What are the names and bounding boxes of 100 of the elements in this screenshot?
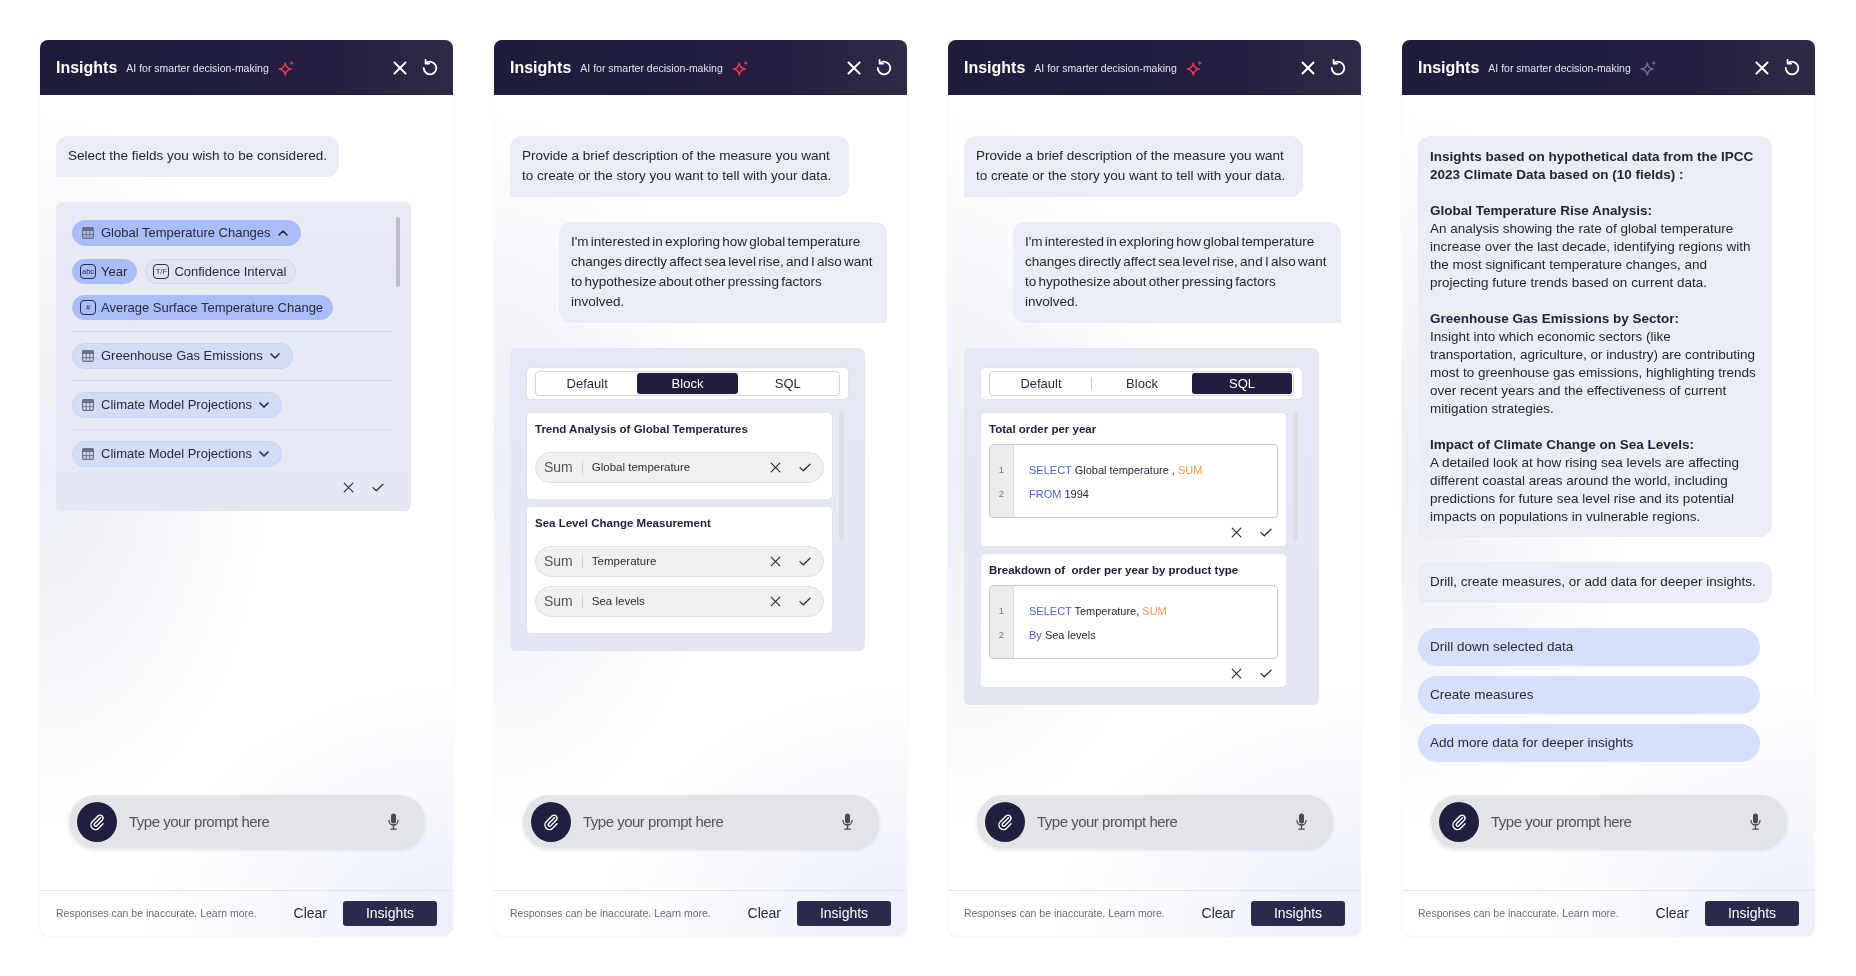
close-icon[interactable] <box>770 556 781 567</box>
field-name: Global temperature <box>591 459 691 475</box>
check-icon[interactable] <box>799 463 811 472</box>
check-icon[interactable] <box>799 597 811 606</box>
attach-button[interactable] <box>985 801 1025 842</box>
microphone-icon[interactable] <box>1296 813 1307 830</box>
prompt-input[interactable]: Type your prompt here <box>583 809 830 834</box>
insights-button[interactable]: Insights <box>343 901 437 926</box>
attach-button[interactable] <box>77 801 117 842</box>
assistant-message: Provide a brief description of the measure you want to create or the story you want to tell with your data. <box>964 136 1303 197</box>
measure-title: Total order per year <box>989 422 1098 436</box>
table-icon <box>82 399 94 411</box>
microphone-icon[interactable] <box>388 813 399 830</box>
code-editor[interactable]: 1 2 SELECT Global temperature , SUM FROM 1994 <box>989 444 1278 518</box>
report-intro: Insights based on hypothetical data from the IPCC 2023 Climate Data based on (10 fields) : <box>1430 148 1755 184</box>
clear-button[interactable]: Clear <box>747 903 781 924</box>
mode-tab[interactable]: Default <box>537 373 638 394</box>
aggregation-label: Sum <box>544 592 573 611</box>
header-subtitle: AI for smarter decision-making <box>1488 60 1631 75</box>
paperclip-icon <box>88 812 106 831</box>
check-icon[interactable] <box>1260 528 1272 537</box>
close-icon[interactable] <box>1231 668 1242 679</box>
table-icon <box>82 448 94 460</box>
code-line: SELECT Temperature, SUM <box>1029 604 1167 619</box>
aggregation-label: Sum <box>544 458 573 477</box>
chevron-down-icon[interactable] <box>259 451 269 457</box>
prompt-bar[interactable]: Type your prompt here <box>1431 795 1787 848</box>
field-name: Temperature <box>591 553 657 569</box>
section-text: An analysis showing the rate of global temperature increase over the last decade, identifying regions with the most significant temperature changes, and projecting future trends based on current data. <box>1430 220 1752 292</box>
table-icon <box>82 227 94 239</box>
chevron-down-icon[interactable] <box>269 353 280 359</box>
close-icon[interactable] <box>770 462 781 473</box>
header-title: Insights <box>56 57 118 78</box>
chevron-up-icon[interactable] <box>277 230 288 236</box>
mode-tab[interactable]: Block <box>1092 373 1192 394</box>
field-group-chip[interactable]: Greenhouse Gas Emissions <box>72 343 293 369</box>
prompt-input[interactable]: Type your prompt here <box>1037 809 1284 834</box>
prompt-bar[interactable]: Type your prompt here <box>69 795 425 848</box>
suggestion-button[interactable]: Add more data for deeper insights <box>1418 724 1760 762</box>
refresh-icon[interactable] <box>421 58 439 77</box>
section-heading: Greenhouse Gas Emissions by Sector: <box>1430 310 1681 328</box>
code-line: By Sea levels <box>1029 628 1097 643</box>
field-group-chip[interactable]: Climate Model Projections <box>72 392 282 418</box>
code-editor[interactable]: 1 2 SELECT Temperature, SUM By Sea levels <box>989 585 1278 659</box>
insights-button[interactable]: Insights <box>1251 901 1345 926</box>
refresh-icon[interactable] <box>875 58 893 77</box>
mode-tab[interactable]: Block <box>637 373 738 394</box>
scrollbar-thumb[interactable] <box>396 217 400 287</box>
header-title: Insights <box>1418 57 1480 78</box>
close-icon[interactable] <box>343 482 354 493</box>
header-subtitle: AI for smarter decision-making <box>126 60 269 75</box>
clear-button[interactable]: Clear <box>293 903 327 924</box>
mode-tab[interactable]: Default <box>991 373 1091 394</box>
table-icon <box>82 350 94 362</box>
section-heading: Global Temperature Rise Analysis: <box>1430 202 1654 220</box>
field-group-chip[interactable]: Global Temperature Changes <box>72 220 301 246</box>
chevron-down-icon[interactable] <box>259 402 269 408</box>
suggestion-button[interactable]: Create measures <box>1418 676 1760 714</box>
refresh-icon[interactable] <box>1329 58 1347 77</box>
close-icon[interactable] <box>770 596 781 607</box>
prompt-input[interactable]: Type your prompt here <box>129 809 376 834</box>
close-icon[interactable] <box>1231 527 1242 538</box>
check-icon[interactable] <box>799 557 811 566</box>
line-number: 2 <box>997 628 1006 642</box>
insights-button[interactable]: Insights <box>797 901 891 926</box>
line-number: 1 <box>997 463 1006 477</box>
section-text: Insight into which economic sectors (like transportation, agriculture, or industry) are contributing most to greenhouse gas emissions, highlighting trends over recent years and the effectiveness of current mitigation strategies. <box>1430 328 1757 418</box>
attach-button[interactable] <box>531 801 571 842</box>
assistant-message: Select the fields you wish to be considered. <box>56 136 339 177</box>
microphone-icon[interactable] <box>842 813 853 830</box>
prompt-input[interactable]: Type your prompt here <box>1491 809 1738 834</box>
paperclip-icon <box>542 812 560 831</box>
disclaimer-text: Responses can be inaccurate. Learn more. <box>56 905 257 921</box>
check-icon[interactable] <box>1260 669 1272 678</box>
insights-button[interactable]: Insights <box>1705 901 1799 926</box>
paperclip-icon <box>996 812 1014 831</box>
user-message: I'm interested in exploring how global temperature changes directly affect sea level rise, and I also want to hypothesize about other pressing factors involved. <box>1013 222 1341 323</box>
header-title: Insights <box>964 57 1026 78</box>
code-line: FROM 1994 <box>1029 487 1090 502</box>
code-line: SELECT Global temperature , SUM <box>1029 463 1203 478</box>
disclaimer-text: Responses can be inaccurate. Learn more. <box>964 905 1165 921</box>
check-icon[interactable] <box>372 483 384 492</box>
suggestion-button[interactable]: Drill down selected data <box>1418 628 1760 666</box>
line-number: 1 <box>997 604 1006 618</box>
clear-button[interactable]: Clear <box>1201 903 1235 924</box>
clear-button[interactable]: Clear <box>1655 903 1689 924</box>
prompt-bar[interactable]: Type your prompt here <box>523 795 879 848</box>
header-subtitle: AI for smarter decision-making <box>580 60 723 75</box>
field-group-chip[interactable]: Climate Model Projections <box>72 441 282 467</box>
line-number: 2 <box>997 487 1006 501</box>
attach-button[interactable] <box>1439 801 1479 842</box>
mode-tab[interactable]: SQL <box>1192 373 1292 394</box>
mode-tab[interactable]: SQL <box>737 373 838 394</box>
microphone-icon[interactable] <box>1750 813 1761 830</box>
refresh-icon[interactable] <box>1783 58 1801 77</box>
section-text: A detailed look at how rising sea levels are affecting different coastal areas around the world, including predictions for future sea level rise and its potential impacts on populations in vulnerable regions. <box>1430 454 1740 526</box>
prompt-bar[interactable]: Type your prompt here <box>977 795 1333 848</box>
disclaimer-text: Responses can be inaccurate. Learn more. <box>1418 905 1619 921</box>
disclaimer-text: Responses can be inaccurate. Learn more. <box>510 905 711 921</box>
user-message: I'm interested in exploring how global temperature changes directly affect sea level rise, and I also want to hypothesize about other pressing factors involved. <box>559 222 887 323</box>
